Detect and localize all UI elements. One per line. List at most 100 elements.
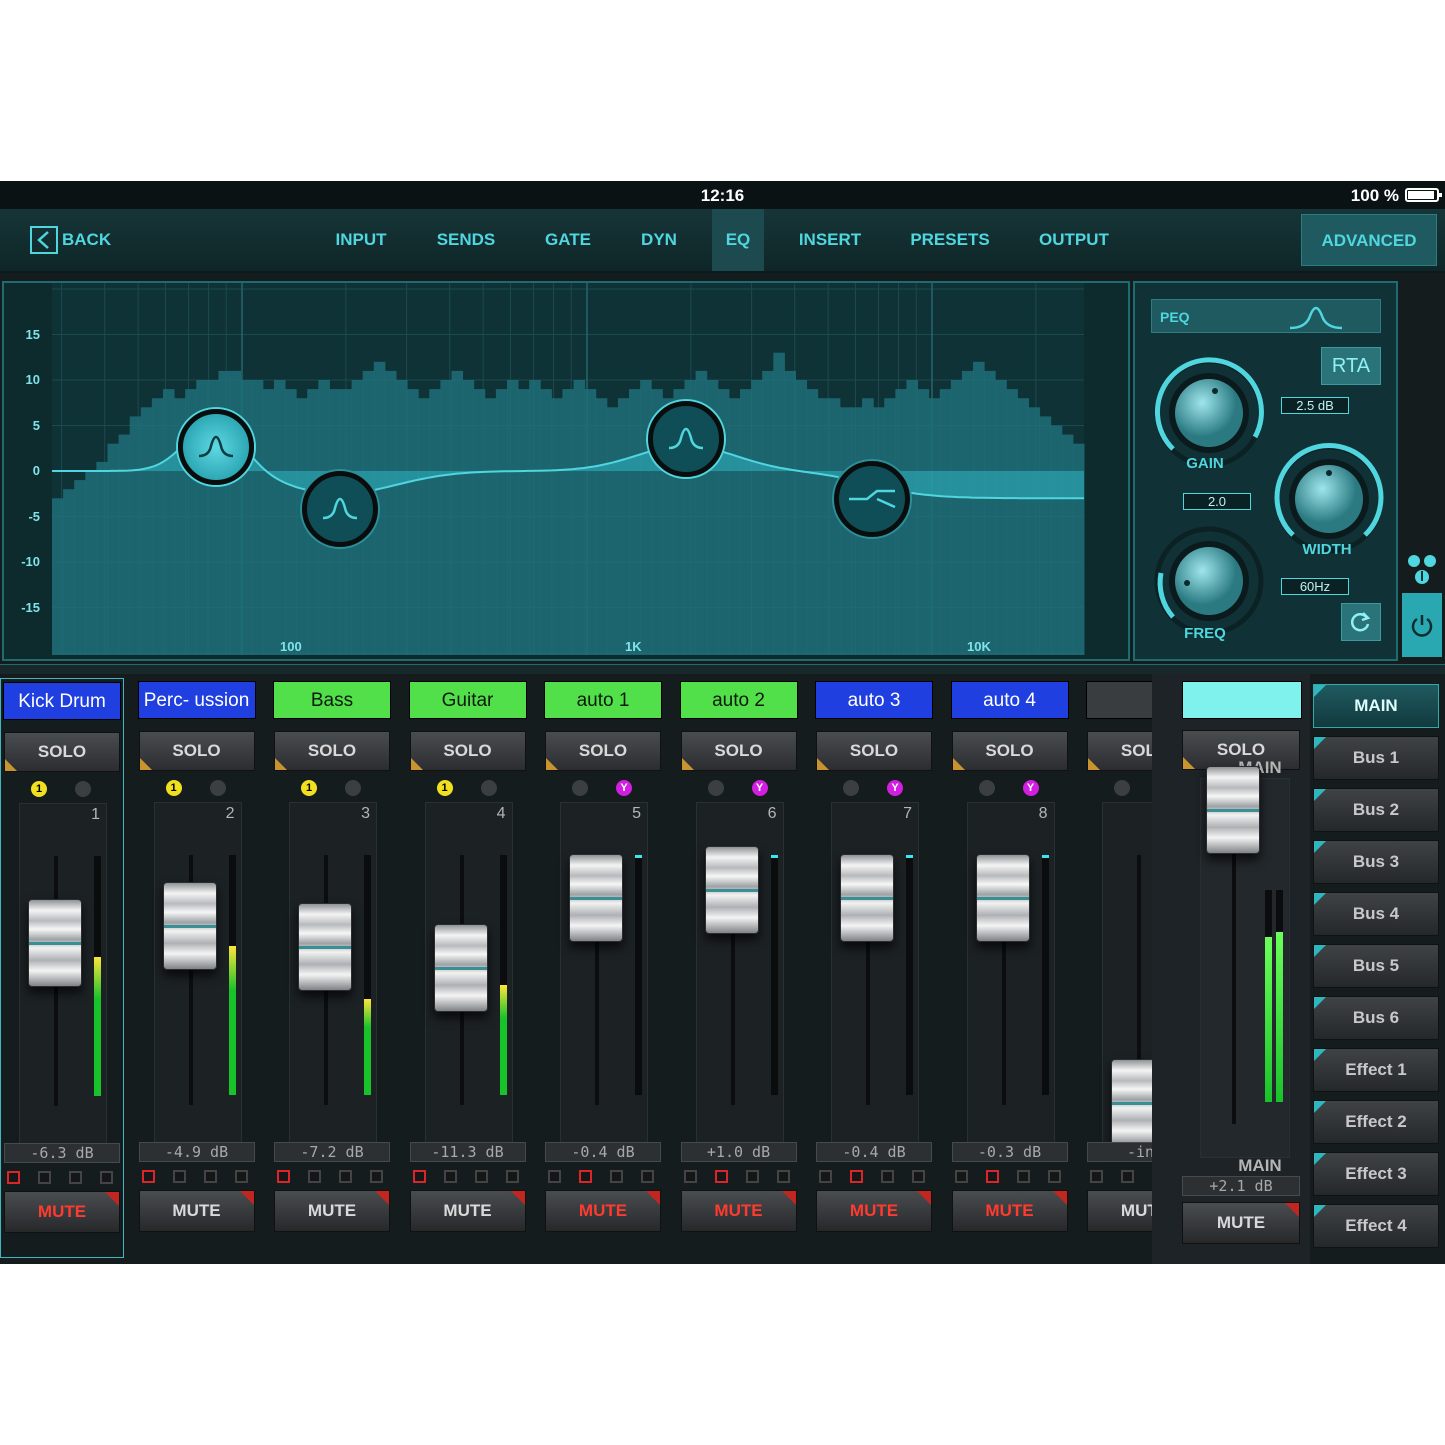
send-toggle[interactable]	[745, 1170, 759, 1183]
eq-band-3-handle[interactable]	[648, 401, 724, 477]
channel-name-button[interactable]: auto 4	[950, 681, 1069, 719]
tab-gate[interactable]: GATE	[534, 209, 602, 271]
fader-cap[interactable]	[298, 903, 352, 991]
solo-button[interactable]: SOLO	[951, 731, 1068, 771]
send-toggle[interactable]	[69, 1171, 82, 1184]
tab-eq[interactable]: EQ	[712, 209, 764, 271]
bus-button-bus-5[interactable]: Bus 5	[1313, 944, 1439, 988]
band-type-select[interactable]: PEQ	[1151, 299, 1381, 333]
advanced-button[interactable]: ADVANCED	[1301, 214, 1437, 266]
bus-button-effect-2[interactable]: Effect 2	[1313, 1100, 1439, 1144]
fader-cap[interactable]	[28, 898, 82, 987]
send-toggle[interactable]	[912, 1170, 925, 1183]
tab-insert[interactable]: INSERT	[788, 209, 872, 271]
channel-name-button[interactable]: Guitar	[408, 681, 527, 719]
send-toggle[interactable]	[1121, 1170, 1134, 1183]
eq-band-4-handle[interactable]	[834, 461, 910, 537]
mute-button[interactable]: MUTE	[816, 1190, 932, 1232]
solo-button[interactable]: SOLO	[545, 731, 661, 771]
mute-button[interactable]: MUTE	[274, 1190, 390, 1232]
send-toggle[interactable]	[819, 1170, 832, 1183]
send-toggle[interactable]	[881, 1170, 894, 1183]
bus-button-effect-3[interactable]: Effect 3	[1313, 1152, 1439, 1196]
send-toggle[interactable]	[7, 1171, 20, 1184]
width-value[interactable]: 2.0	[1183, 493, 1251, 510]
mute-button[interactable]: MUTE	[4, 1191, 120, 1233]
group-2-indicator[interactable]	[345, 780, 361, 796]
channel-name-button[interactable]: Kick Drum	[3, 682, 121, 720]
mute-button[interactable]: MUTE	[1087, 1190, 1152, 1232]
mixer-bands-icon[interactable]	[1402, 546, 1442, 592]
eq-band-2-handle[interactable]	[302, 471, 378, 547]
tab-presets[interactable]: PRESETS	[902, 209, 998, 271]
solo-button[interactable]: SOLO	[4, 732, 120, 772]
send-toggle[interactable]	[776, 1170, 790, 1183]
send-toggle[interactable]	[985, 1170, 999, 1183]
fader-cap[interactable]	[569, 853, 623, 942]
group-1-indicator[interactable]	[1114, 780, 1130, 796]
back-button[interactable]: BACK	[30, 225, 111, 255]
send-toggle[interactable]	[100, 1171, 113, 1184]
rta-button[interactable]: RTA	[1321, 347, 1381, 385]
bus-button-main[interactable]: MAIN	[1313, 684, 1439, 728]
power-button[interactable]	[1402, 593, 1442, 657]
group-1-indicator[interactable]: 1	[301, 780, 317, 796]
group-2-indicator[interactable]	[209, 780, 226, 796]
group-2-indicator[interactable]	[75, 781, 91, 797]
channel-name-button[interactable]: auto 1	[544, 681, 662, 719]
group-1-indicator[interactable]	[978, 780, 995, 796]
send-toggle[interactable]	[850, 1170, 863, 1183]
solo-button[interactable]: SOLO	[409, 731, 526, 771]
send-toggle[interactable]	[548, 1170, 561, 1183]
bus-button-bus-1[interactable]: Bus 1	[1313, 736, 1439, 780]
send-toggle[interactable]	[683, 1170, 697, 1183]
solo-button[interactable]: SOLO	[1087, 731, 1152, 771]
send-toggle[interactable]	[339, 1170, 352, 1183]
group-1-indicator[interactable]: 1	[436, 780, 453, 796]
tab-sends[interactable]: SENDS	[428, 209, 504, 271]
send-toggle[interactable]	[412, 1170, 426, 1183]
send-toggle[interactable]	[443, 1170, 457, 1183]
solo-button[interactable]: SOLO	[274, 731, 390, 771]
group-1-indicator[interactable]	[843, 780, 859, 796]
group-1-indicator[interactable]	[572, 780, 588, 796]
send-toggle[interactable]	[308, 1170, 321, 1183]
mute-button[interactable]: MUTE	[680, 1190, 797, 1232]
send-toggle[interactable]	[714, 1170, 728, 1183]
group-2-indicator[interactable]: Y	[887, 780, 903, 796]
freq-knob[interactable]	[1149, 521, 1269, 641]
send-toggle[interactable]	[370, 1170, 383, 1183]
tab-dyn[interactable]: DYN	[628, 209, 690, 271]
send-toggle[interactable]	[234, 1170, 248, 1183]
channel-name-button[interactable]: auto 2	[679, 681, 798, 719]
bus-button-bus-4[interactable]: Bus 4	[1313, 892, 1439, 936]
send-toggle[interactable]	[579, 1170, 592, 1183]
bus-button-bus-6[interactable]: Bus 6	[1313, 996, 1439, 1040]
group-2-indicator[interactable]	[480, 780, 497, 796]
tab-output[interactable]: OUTPUT	[1028, 209, 1120, 271]
solo-button[interactable]: SOLO	[680, 731, 797, 771]
group-2-indicator[interactable]: Y	[751, 780, 768, 796]
send-toggle[interactable]	[505, 1170, 519, 1183]
solo-button[interactable]: SOLO	[816, 731, 932, 771]
group-2-indicator[interactable]: Y	[616, 780, 632, 796]
channel-name-button[interactable]: Perc- ussion	[137, 681, 256, 719]
mute-button[interactable]: MUTE	[409, 1190, 526, 1232]
send-toggle[interactable]	[641, 1170, 654, 1183]
freq-value[interactable]: 60Hz	[1281, 578, 1349, 595]
solo-button[interactable]: SOLO	[138, 731, 255, 771]
main-mute-button[interactable]: MUTE	[1182, 1202, 1300, 1244]
mute-button[interactable]: MUTE	[138, 1190, 255, 1232]
main-fader-cap[interactable]	[1206, 766, 1260, 854]
fader-cap[interactable]	[975, 853, 1030, 942]
send-toggle[interactable]	[277, 1170, 290, 1183]
send-toggle[interactable]	[610, 1170, 623, 1183]
fader-cap[interactable]	[840, 853, 894, 942]
channel-name-button[interactable]: Bass	[273, 681, 391, 719]
group-1-indicator[interactable]: 1	[165, 780, 182, 796]
send-toggle[interactable]	[172, 1170, 186, 1183]
group-2-indicator[interactable]: Y	[1022, 780, 1039, 796]
bus-button-bus-3[interactable]: Bus 3	[1313, 840, 1439, 884]
send-toggle[interactable]	[1090, 1170, 1103, 1183]
fader-cap[interactable]	[704, 845, 759, 934]
